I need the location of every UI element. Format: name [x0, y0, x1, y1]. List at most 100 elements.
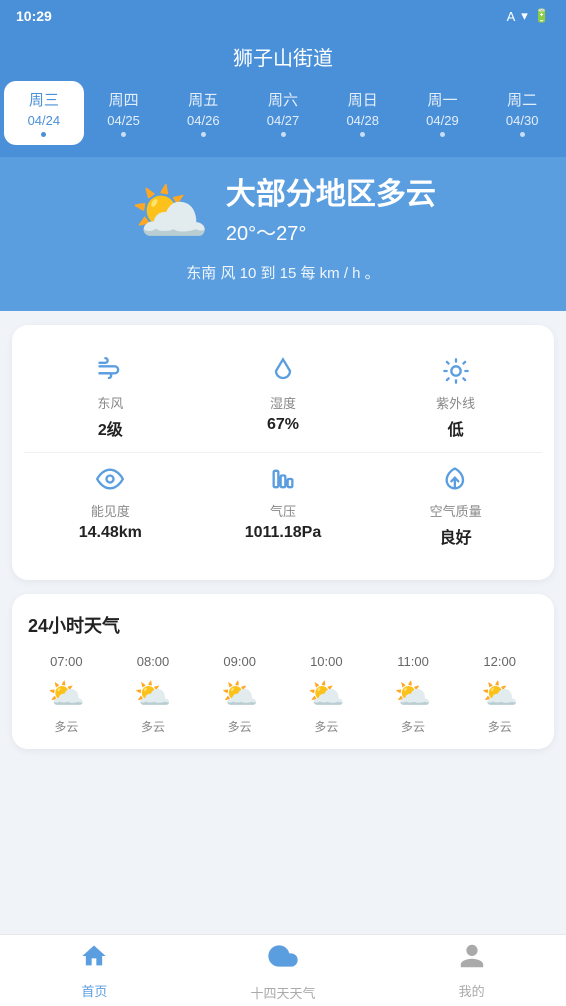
hourly-desc: 多云: [54, 718, 78, 735]
hourly-weather-icon: ⛅: [48, 677, 85, 712]
nav-label: 我的: [459, 981, 485, 1000]
stat-label: 气压: [270, 501, 296, 520]
week-day-item[interactable]: 周三 04/24: [4, 81, 84, 145]
hourly-weather-icon: ⛅: [308, 677, 345, 712]
network-icon: A: [507, 9, 516, 24]
stat-icon-eye: [96, 465, 124, 493]
page-title: 狮子山街道: [0, 42, 566, 81]
week-date-label: 04/26: [187, 113, 220, 128]
stat-value: 14.48km: [79, 524, 142, 542]
stat-icon-air: [442, 465, 470, 493]
stat-item: 东风 2级: [24, 345, 197, 452]
stat-item: 能见度 14.48km: [24, 453, 197, 560]
week-dot: [41, 132, 46, 137]
stat-item: 紫外线 低: [369, 345, 542, 452]
hourly-time: 12:00: [483, 654, 516, 669]
stat-value: 67%: [267, 416, 299, 434]
week-date-label: 04/28: [346, 113, 379, 128]
hourly-desc: 多云: [141, 718, 165, 735]
weather-description: 大部分地区多云: [226, 177, 436, 213]
week-day-label: 周二: [507, 89, 537, 110]
stat-item: 空气质量 良好: [369, 453, 542, 560]
stat-value: 1011.18Pa: [245, 524, 322, 542]
hourly-item: 10:00 ⛅ 多云: [284, 654, 369, 735]
week-dot: [281, 132, 286, 137]
hourly-desc: 多云: [401, 718, 425, 735]
stat-label: 湿度: [270, 393, 296, 412]
stat-icon-wind: [96, 357, 124, 385]
hourly-weather-icon: ⛅: [221, 677, 258, 712]
week-selector: 周三 04/24 周四 04/25 周五 04/26 周六 04/27 周日 0…: [0, 81, 566, 157]
hourly-time: 07:00: [50, 654, 83, 669]
week-day-item[interactable]: 周四 04/25: [84, 81, 164, 145]
stat-icon-humidity: [269, 357, 297, 385]
week-day-item[interactable]: 周一 04/29: [403, 81, 483, 145]
hourly-weather-icon: ⛅: [394, 677, 431, 712]
hourly-time: 10:00: [310, 654, 343, 669]
week-dot: [201, 132, 206, 137]
stat-icon-pressure: [269, 465, 297, 493]
stat-icon-uv: [442, 357, 470, 385]
stat-label: 空气质量: [430, 501, 482, 520]
hourly-title: 24小时天气: [24, 612, 542, 638]
weather-icon: ⛅: [130, 180, 210, 244]
stat-label: 紫外线: [436, 393, 475, 412]
stat-value: 良好: [440, 524, 472, 548]
week-dot: [360, 132, 365, 137]
battery-icon: 🔋: [534, 8, 550, 24]
week-dot: [520, 132, 525, 137]
week-day-item[interactable]: 周六 04/27: [243, 81, 323, 145]
hourly-item: 09:00 ⛅ 多云: [197, 654, 282, 735]
nav-label: 十四天天气: [251, 983, 316, 1002]
week-day-item[interactable]: 周五 04/26: [163, 81, 243, 145]
hourly-item: 07:00 ⛅ 多云: [24, 654, 109, 735]
week-date-label: 04/24: [28, 113, 61, 128]
week-day-item[interactable]: 周日 04/28: [323, 81, 403, 145]
hourly-time: 11:00: [397, 654, 429, 669]
nav-item-home[interactable]: 首页: [0, 934, 189, 1006]
bottom-nav: 首页 十四天天气 我的: [0, 934, 566, 1006]
hourly-item: 11:00 ⛅ 多云: [371, 654, 456, 735]
week-dot: [440, 132, 445, 137]
stat-label: 东风: [97, 393, 123, 412]
status-icons: A ▾ 🔋: [507, 8, 550, 24]
hourly-desc: 多云: [488, 718, 512, 735]
week-date-label: 04/30: [506, 113, 539, 128]
weather-temp-range: 20°～27°: [226, 217, 436, 246]
weather-wind: 东南 风 10 到 15 每 km / h 。: [186, 262, 379, 283]
hourly-item: 08:00 ⛅ 多云: [111, 654, 196, 735]
week-day-label: 周三: [29, 89, 59, 110]
weather-main: ⛅ 大部分地区多云 20°～27° 东南 风 10 到 15 每 km / h …: [0, 157, 566, 311]
stat-item: 气压 1011.18Pa: [197, 453, 370, 560]
week-day-label: 周四: [109, 89, 139, 110]
nav-icon-cloud: [267, 940, 299, 979]
week-day-item[interactable]: 周二 04/30: [482, 81, 562, 145]
wifi-icon: ▾: [521, 8, 528, 24]
hourly-time: 09:00: [223, 654, 256, 669]
status-time: 10:29: [16, 8, 52, 24]
nav-label: 首页: [81, 981, 107, 1000]
stat-value: 低: [448, 416, 464, 440]
week-dot: [121, 132, 126, 137]
nav-item-profile[interactable]: 我的: [377, 934, 566, 1006]
week-date-label: 04/27: [267, 113, 300, 128]
week-date-label: 04/25: [107, 113, 140, 128]
week-day-label: 周五: [188, 89, 218, 110]
week-day-label: 周日: [348, 89, 378, 110]
stat-item: 湿度 67%: [197, 345, 370, 452]
hourly-desc: 多云: [314, 718, 338, 735]
stat-label: 能见度: [91, 501, 130, 520]
header: 狮子山街道 周三 04/24 周四 04/25 周五 04/26 周六 04/2…: [0, 32, 566, 157]
hourly-card: 24小时天气 07:00 ⛅ 多云 08:00 ⛅ 多云 09:00 ⛅ 多云 …: [12, 594, 554, 749]
hourly-weather-icon: ⛅: [134, 677, 171, 712]
hourly-list: 07:00 ⛅ 多云 08:00 ⛅ 多云 09:00 ⛅ 多云 10:00 ⛅…: [24, 654, 542, 749]
week-day-label: 周一: [427, 89, 457, 110]
nav-icon-person: [458, 942, 486, 977]
stat-value: 2级: [98, 416, 123, 440]
hourly-item: 12:00 ⛅ 多云: [457, 654, 542, 735]
week-date-label: 04/29: [426, 113, 459, 128]
nav-item-forecast[interactable]: 十四天天气: [189, 932, 378, 1006]
hourly-time: 08:00: [137, 654, 170, 669]
stats-card: 东风 2级 湿度 67% 紫外线 低 能见度 14.48km 气压 1011.1…: [12, 325, 554, 580]
status-bar: 10:29 A ▾ 🔋: [0, 0, 566, 32]
